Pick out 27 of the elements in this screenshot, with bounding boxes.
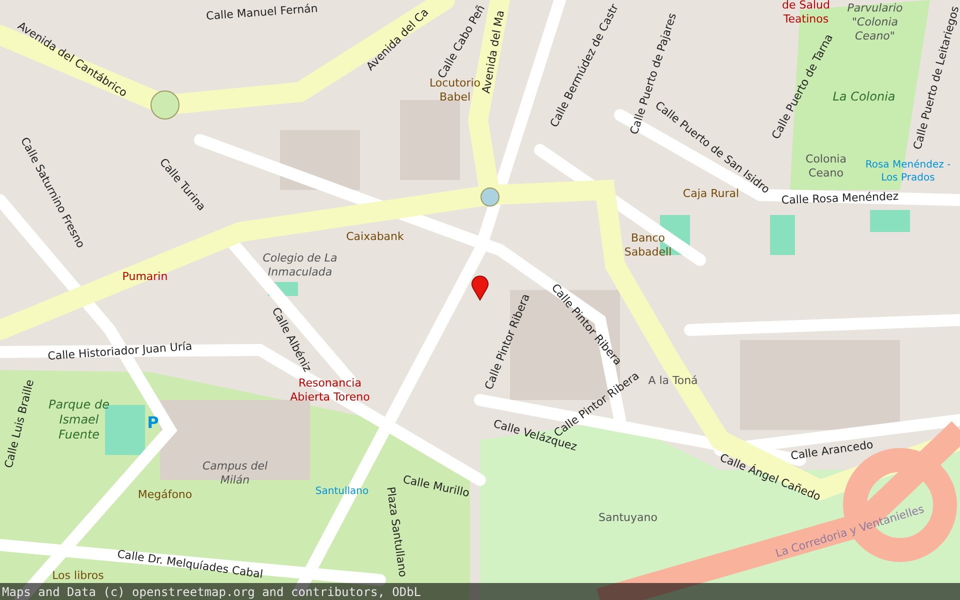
parking-label: P [147,412,159,434]
health-place-label: Pumarin [121,270,169,284]
street-label: Calle Rosa Menéndez [781,188,899,209]
health-place-label: Resonancia Abierta Toreno [290,376,370,404]
place-label: Megáfono [136,488,194,502]
map-marker-icon [471,275,489,301]
health-place-label: de Salud Teatinos [781,0,831,26]
place-label: Caja Rural [682,187,740,201]
area-label: Colegio de La Inmaculada [262,251,338,279]
street-label: Calle Luis Braille [1,378,38,470]
place-label: Banco Sabadell [623,231,673,259]
place-label: Los libros [51,569,105,583]
area-label: Campus del Milán [201,459,269,487]
area-label: Parvulario "Colonia Ceano" [846,1,904,43]
street-label: Calle Dr. Melquíades Cabal [116,546,264,583]
park-label: Parque de Ismael Fuente [48,398,110,442]
street-label: Calle Historiador Juan Uría [47,338,193,365]
place-label: A la Toná [647,374,699,388]
street-label: Calle Arancedo [790,437,874,464]
place-label: Colonia Ceano [804,152,848,180]
attribution-text: Maps and Data (c) openstreetmap.org and contributors, ODbL [2,586,422,598]
bus-stop-label: Santullano [314,486,370,498]
place-label: Santuyano [598,511,658,525]
place-label: Caixabank [345,230,405,244]
bus-stop-label: Rosa Menéndez - Los Prados [865,160,951,184]
street-label: Calle Manuel Fernán [206,0,318,25]
park-label: La Colonia [832,90,896,104]
